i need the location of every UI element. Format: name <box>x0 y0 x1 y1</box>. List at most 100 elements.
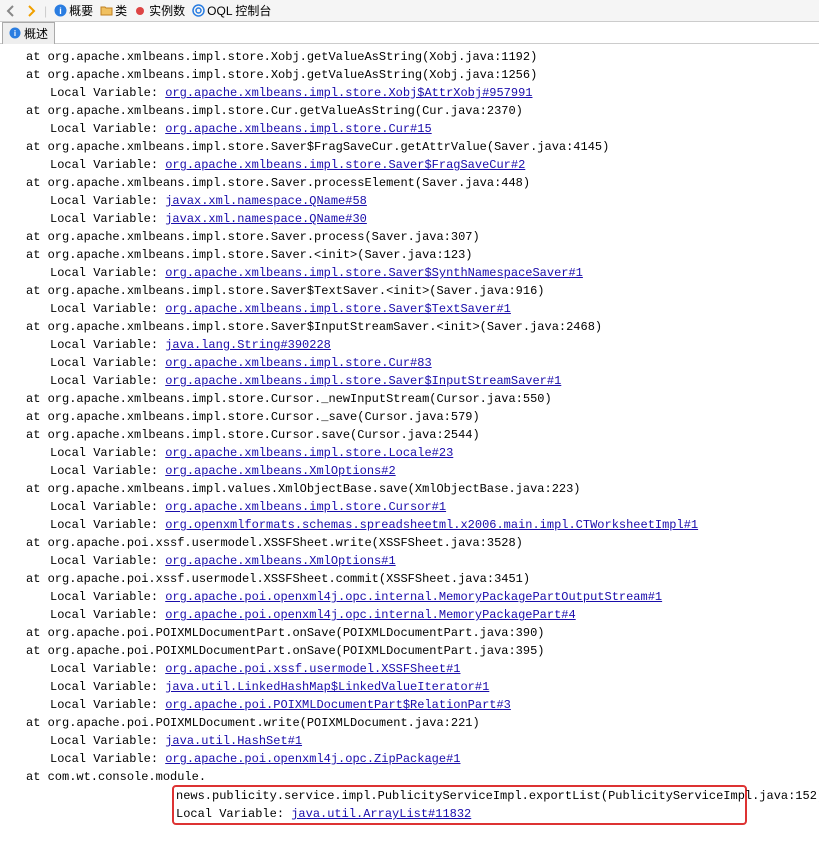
line-text: org.apache.poi.xssf.usermodel.XSSFSheet.… <box>48 572 530 586</box>
oql-icon <box>191 4 205 18</box>
variable-link[interactable]: org.apache.xmlbeans.impl.store.Saver$Fra… <box>165 158 525 172</box>
line-prefix: at <box>26 410 48 424</box>
line-prefix: Local Variable: <box>50 518 165 532</box>
variable-link[interactable]: org.apache.xmlbeans.impl.store.Locale#23 <box>165 446 453 460</box>
local-variable-line: Local Variable: java.lang.String#390228 <box>2 336 817 354</box>
line-prefix: Local Variable: <box>50 158 165 172</box>
stack-frame-line: at org.apache.xmlbeans.impl.store.Saver$… <box>2 282 817 300</box>
line-prefix: at com.wt.console.module. <box>26 768 206 786</box>
line-prefix: Local Variable: <box>50 302 165 316</box>
tab-overview[interactable]: i 概述 <box>2 22 55 44</box>
variable-link[interactable]: org.apache.xmlbeans.impl.store.Cur#15 <box>165 122 431 136</box>
separator: | <box>44 4 47 18</box>
local-variable-line: Local Variable: org.apache.xmlbeans.XmlO… <box>2 462 817 480</box>
variable-link[interactable]: org.openxmlformats.schemas.spreadsheetml… <box>165 518 698 532</box>
line-prefix: at <box>26 482 48 496</box>
line-text: org.apache.xmlbeans.impl.values.XmlObjec… <box>48 482 581 496</box>
line-prefix: Local Variable: <box>50 194 165 208</box>
variable-link[interactable]: java.lang.String#390228 <box>165 338 331 352</box>
info-icon: i <box>9 27 21 39</box>
line-prefix: Local Variable: <box>176 807 291 821</box>
local-variable-line: Local Variable: javax.xml.namespace.QNam… <box>2 192 817 210</box>
line-prefix: at <box>26 104 48 118</box>
stack-frame-line: at org.apache.poi.xssf.usermodel.XSSFShe… <box>2 570 817 588</box>
svg-text:i: i <box>59 6 62 16</box>
line-prefix: at <box>26 68 48 82</box>
line-text: org.apache.xmlbeans.impl.store.Saver.pro… <box>48 230 480 244</box>
stack-frame-line: at org.apache.xmlbeans.impl.store.Saver.… <box>2 228 817 246</box>
classes-button[interactable]: 类 <box>99 2 127 19</box>
line-prefix: Local Variable: <box>50 338 165 352</box>
line-prefix: Local Variable: <box>50 752 165 766</box>
line-text: org.apache.xmlbeans.impl.store.Saver$Fra… <box>48 140 610 154</box>
variable-link[interactable]: java.util.LinkedHashMap$LinkedValueItera… <box>165 680 489 694</box>
variable-link[interactable]: javax.xml.namespace.QName#58 <box>165 194 367 208</box>
oql-button[interactable]: OQL 控制台 <box>191 2 271 19</box>
line-prefix: at <box>26 572 48 586</box>
line-prefix: Local Variable: <box>50 734 165 748</box>
local-variable-line: Local Variable: org.apache.xmlbeans.impl… <box>2 264 817 282</box>
variable-link[interactable]: org.apache.xmlbeans.impl.store.Saver$Syn… <box>165 266 583 280</box>
local-variable-line: Local Variable: org.apache.poi.xssf.user… <box>2 660 817 678</box>
local-variable-line: Local Variable: org.apache.poi.openxml4j… <box>2 588 817 606</box>
forward-icon[interactable] <box>24 4 38 18</box>
line-text: org.apache.xmlbeans.impl.store.Saver.<in… <box>48 248 473 262</box>
line-prefix: Local Variable: <box>50 374 165 388</box>
variable-link[interactable]: java.util.HashSet#1 <box>165 734 302 748</box>
local-variable-line: Local Variable: javax.xml.namespace.QNam… <box>2 210 817 228</box>
line-prefix: Local Variable: <box>50 86 165 100</box>
variable-link[interactable]: org.apache.poi.openxml4j.opc.ZipPackage#… <box>165 752 460 766</box>
back-icon[interactable] <box>4 4 18 18</box>
stack-frame-line: at org.apache.xmlbeans.impl.store.Cursor… <box>2 426 817 444</box>
local-variable-line: Local Variable: org.apache.xmlbeans.impl… <box>2 84 817 102</box>
variable-link[interactable]: org.apache.xmlbeans.XmlOptions#1 <box>165 554 395 568</box>
stack-frame-line: at org.apache.poi.POIXMLDocument.write(P… <box>2 714 817 732</box>
line-prefix: at <box>26 248 48 262</box>
local-variable-line: Local Variable: org.apache.poi.openxml4j… <box>2 750 817 768</box>
overview-button[interactable]: i 概要 <box>53 2 93 19</box>
line-prefix: Local Variable: <box>50 122 165 136</box>
local-variable-line: Local Variable: org.apache.xmlbeans.impl… <box>2 120 817 138</box>
local-variable-line: Local Variable: org.apache.xmlbeans.impl… <box>2 300 817 318</box>
variable-link[interactable]: org.apache.xmlbeans.impl.store.Cursor#1 <box>165 500 446 514</box>
variable-link[interactable]: org.apache.poi.xssf.usermodel.XSSFSheet#… <box>165 662 460 676</box>
instances-label: 实例数 <box>149 2 185 19</box>
stack-frame-line: at org.apache.xmlbeans.impl.store.Saver.… <box>2 174 817 192</box>
line-prefix: Local Variable: <box>50 266 165 280</box>
variable-link[interactable]: java.util.ArrayList#11832 <box>291 807 471 821</box>
line-prefix: at <box>26 230 48 244</box>
local-variable-line: Local Variable: org.apache.poi.openxml4j… <box>2 606 817 624</box>
variable-link[interactable]: org.apache.xmlbeans.impl.store.Saver$Tex… <box>165 302 511 316</box>
local-variable-line: Local Variable: org.apache.xmlbeans.impl… <box>2 354 817 372</box>
tab-row: i 概述 <box>0 22 819 44</box>
highlighted-frame: news.publicity.service.impl.PublicitySer… <box>172 785 747 825</box>
line-prefix: at <box>26 536 48 550</box>
line-prefix: at <box>26 140 48 154</box>
line-text: org.apache.xmlbeans.impl.store.Cursor._s… <box>48 410 480 424</box>
variable-link[interactable]: org.apache.poi.openxml4j.opc.internal.Me… <box>165 590 662 604</box>
line-text: org.apache.xmlbeans.impl.store.Cursor.sa… <box>48 428 480 442</box>
variable-link[interactable]: org.apache.xmlbeans.XmlOptions#2 <box>165 464 395 478</box>
stack-frame-line: at org.apache.xmlbeans.impl.values.XmlOb… <box>2 480 817 498</box>
instances-button[interactable]: 实例数 <box>133 2 185 19</box>
line-prefix: Local Variable: <box>50 356 165 370</box>
variable-link[interactable]: org.apache.xmlbeans.impl.store.Saver$Inp… <box>165 374 561 388</box>
line-prefix: at <box>26 626 48 640</box>
variable-link[interactable]: org.apache.xmlbeans.impl.store.Cur#83 <box>165 356 431 370</box>
variable-link[interactable]: org.apache.poi.POIXMLDocumentPart$Relati… <box>165 698 511 712</box>
overview-label: 概要 <box>69 2 93 19</box>
variable-link[interactable]: org.apache.xmlbeans.impl.store.Xobj$Attr… <box>165 86 532 100</box>
line-text: org.apache.poi.POIXMLDocumentPart.onSave… <box>48 626 545 640</box>
line-text: org.apache.poi.POIXMLDocument.write(POIX… <box>48 716 480 730</box>
tab-label: 概述 <box>24 25 48 42</box>
variable-link[interactable]: org.apache.poi.openxml4j.opc.internal.Me… <box>165 608 575 622</box>
line-text: org.apache.xmlbeans.impl.store.Xobj.getV… <box>48 68 538 82</box>
line-prefix: Local Variable: <box>50 680 165 694</box>
stack-frame-line: at org.apache.xmlbeans.impl.store.Cursor… <box>2 390 817 408</box>
local-variable-line: Local Variable: org.apache.xmlbeans.impl… <box>2 498 817 516</box>
variable-link[interactable]: javax.xml.namespace.QName#30 <box>165 212 367 226</box>
line-prefix: Local Variable: <box>50 608 165 622</box>
line-prefix: Local Variable: <box>50 500 165 514</box>
line-text: org.apache.xmlbeans.impl.store.Saver$Inp… <box>48 320 603 334</box>
stack-frame-line: at org.apache.xmlbeans.impl.store.Saver$… <box>2 138 817 156</box>
